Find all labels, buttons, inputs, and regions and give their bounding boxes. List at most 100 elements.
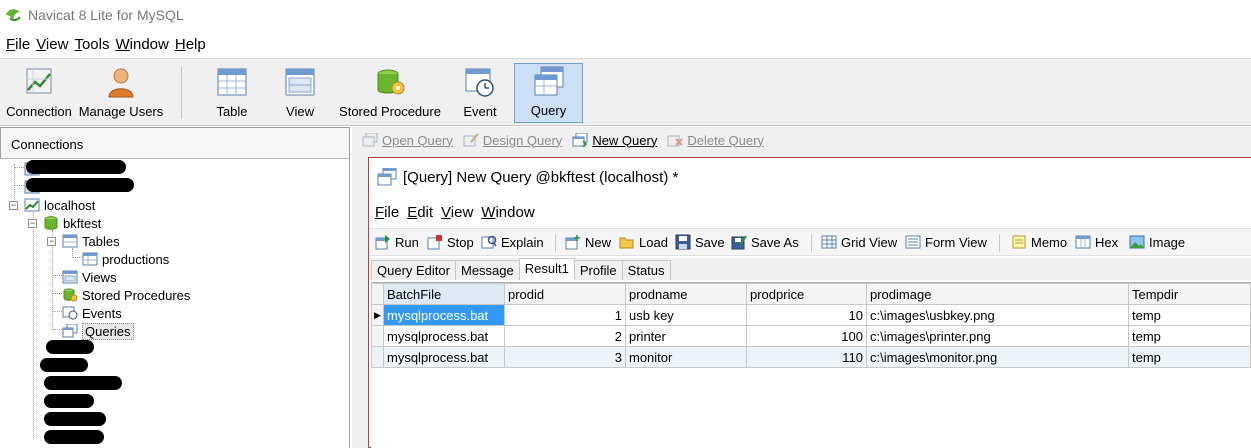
new-query-button[interactable]: New Query — [572, 133, 657, 148]
tree-item-events[interactable]: Events — [62, 304, 122, 322]
query-button[interactable]: Query — [514, 63, 583, 123]
tree-line — [14, 185, 24, 186]
column-header[interactable]: BatchFile — [383, 283, 505, 305]
title-bar: Navicat 8 Lite for MySQL — [0, 0, 1251, 30]
form-view-button[interactable]: Form View — [905, 234, 987, 250]
tree-item-productions[interactable]: productions — [82, 250, 169, 268]
table-row[interactable]: ▶ mysqlprocess.bat 1 usb key 10 c:\image… — [371, 304, 1251, 326]
load-button[interactable]: Load — [619, 234, 668, 250]
collapse-toggle[interactable]: − — [9, 201, 18, 210]
table-cell[interactable]: c:\images\monitor.png — [866, 346, 1129, 368]
image-button[interactable]: Image — [1129, 234, 1185, 250]
redacted-mark — [44, 430, 104, 444]
tree-item-stored-procedures[interactable]: Stored Procedures — [62, 286, 190, 304]
redacted-mark — [44, 394, 94, 408]
menu-view[interactable]: View — [30, 36, 68, 53]
table-cell[interactable]: 2 — [504, 325, 626, 347]
tab-message[interactable]: Message — [454, 260, 520, 280]
tab-status[interactable]: Status — [621, 260, 671, 280]
menu-file[interactable]: File — [0, 36, 30, 53]
column-header[interactable]: prodid — [504, 283, 626, 305]
tree-line — [52, 329, 62, 330]
collapse-toggle[interactable]: − — [47, 237, 56, 246]
table-cell[interactable]: c:\images\printer.png — [866, 325, 1129, 347]
tab-profile[interactable]: Profile — [573, 260, 623, 280]
image-icon — [1129, 235, 1145, 249]
tree-item-tables[interactable]: Tables — [62, 232, 120, 250]
row-indicator — [371, 325, 384, 347]
grid-view-button[interactable]: Grid View — [821, 234, 897, 250]
tree-line — [52, 275, 62, 276]
explain-button[interactable]: Explain — [481, 234, 544, 250]
navicat-logo-icon — [6, 9, 21, 22]
query-toolbar: Run Stop Explain New Load Save Save As G… — [369, 228, 1251, 256]
table-cell[interactable]: temp — [1128, 325, 1251, 347]
column-header[interactable]: prodprice — [746, 283, 867, 305]
view-button[interactable]: View — [272, 63, 328, 123]
connection-button[interactable]: Connection — [4, 63, 74, 123]
folder-open-icon — [619, 237, 634, 249]
stored-procedure-button[interactable]: Stored Procedure — [336, 63, 444, 123]
table-row[interactable]: mysqlprocess.bat 3 monitor 110 c:\images… — [371, 346, 1251, 368]
table-cell[interactable]: mysqlprocess.bat — [383, 325, 505, 347]
table-cell[interactable]: 1 — [504, 304, 626, 326]
column-header[interactable]: Tempdir — [1128, 283, 1251, 305]
menu-help[interactable]: Help — [169, 36, 206, 53]
tree-item-queries[interactable]: Queries — [62, 322, 134, 340]
redacted-mark — [44, 376, 122, 390]
design-query-button[interactable]: Design Query — [463, 133, 562, 148]
tab-result1[interactable]: Result1 — [518, 258, 575, 280]
table-button[interactable]: Table — [204, 63, 260, 123]
save-as-icon — [731, 235, 747, 250]
column-header[interactable]: prodimage — [866, 283, 1129, 305]
table-cell[interactable]: printer — [625, 325, 747, 347]
open-query-button[interactable]: Open Query — [362, 133, 453, 148]
column-header[interactable]: prodname — [625, 283, 747, 305]
event-button[interactable]: Event — [452, 63, 508, 123]
result-grid[interactable]: BatchFile prodid prodname prodprice prod… — [371, 282, 1251, 448]
row-indicator — [371, 346, 384, 368]
menu-window[interactable]: Window — [109, 36, 168, 53]
table-cell[interactable]: mysqlprocess.bat — [383, 346, 505, 368]
hex-button[interactable]: Hex — [1075, 234, 1118, 250]
tab-query-editor[interactable]: Query Editor — [371, 260, 456, 280]
stop-button[interactable]: Stop — [427, 234, 474, 250]
table-cell[interactable]: temp — [1128, 346, 1251, 368]
query-tab-strip: Query Editor Message Result1 Profile Sta… — [369, 258, 1251, 280]
table-cell[interactable]: mysqlprocess.bat — [383, 304, 505, 326]
stored-procedure-icon — [377, 69, 405, 95]
tree-item-localhost[interactable]: localhost — [24, 196, 95, 214]
current-row-arrow-icon: ▶ — [371, 304, 384, 326]
query-menu-window[interactable]: Window — [481, 204, 534, 221]
menu-tools[interactable]: Tools — [68, 36, 109, 53]
save-as-button[interactable]: Save As — [731, 234, 799, 250]
redacted-mark — [44, 412, 106, 426]
delete-query-button[interactable]: Delete Query — [667, 133, 764, 148]
table-cell[interactable]: c:\images\usbkey.png — [866, 304, 1129, 326]
query-menu-view[interactable]: View — [441, 204, 473, 221]
tree-item-bkftest[interactable]: bkftest — [43, 214, 101, 232]
query-icon — [534, 66, 563, 96]
memo-button[interactable]: Memo — [1011, 234, 1067, 250]
table-cell[interactable]: monitor — [625, 346, 747, 368]
save-button[interactable]: Save — [675, 234, 725, 250]
manage-users-button[interactable]: Manage Users — [78, 63, 164, 123]
collapse-toggle[interactable]: − — [28, 219, 37, 228]
table-cell[interactable]: temp — [1128, 304, 1251, 326]
tree-item-views[interactable]: Views — [62, 268, 116, 286]
new-query-icon — [572, 133, 588, 147]
table-cell[interactable]: 3 — [504, 346, 626, 368]
query-menu-edit[interactable]: Edit — [407, 204, 433, 221]
main-toolbar: Connection Manage Users Table View Store… — [0, 58, 1251, 126]
table-cell[interactable]: 100 — [746, 325, 867, 347]
tree-line — [14, 167, 24, 168]
table-row[interactable]: mysqlprocess.bat 2 printer 100 c:\images… — [371, 325, 1251, 347]
table-cell[interactable]: 10 — [746, 304, 867, 326]
event-clock-icon — [62, 306, 78, 320]
table-cell[interactable]: 110 — [746, 346, 867, 368]
query-menu-file[interactable]: File — [375, 204, 399, 221]
run-button[interactable]: Run — [375, 234, 419, 250]
table-cell[interactable]: usb key — [625, 304, 747, 326]
result-table: BatchFile prodid prodname prodprice prod… — [371, 283, 1251, 368]
new-button[interactable]: New — [565, 234, 611, 250]
